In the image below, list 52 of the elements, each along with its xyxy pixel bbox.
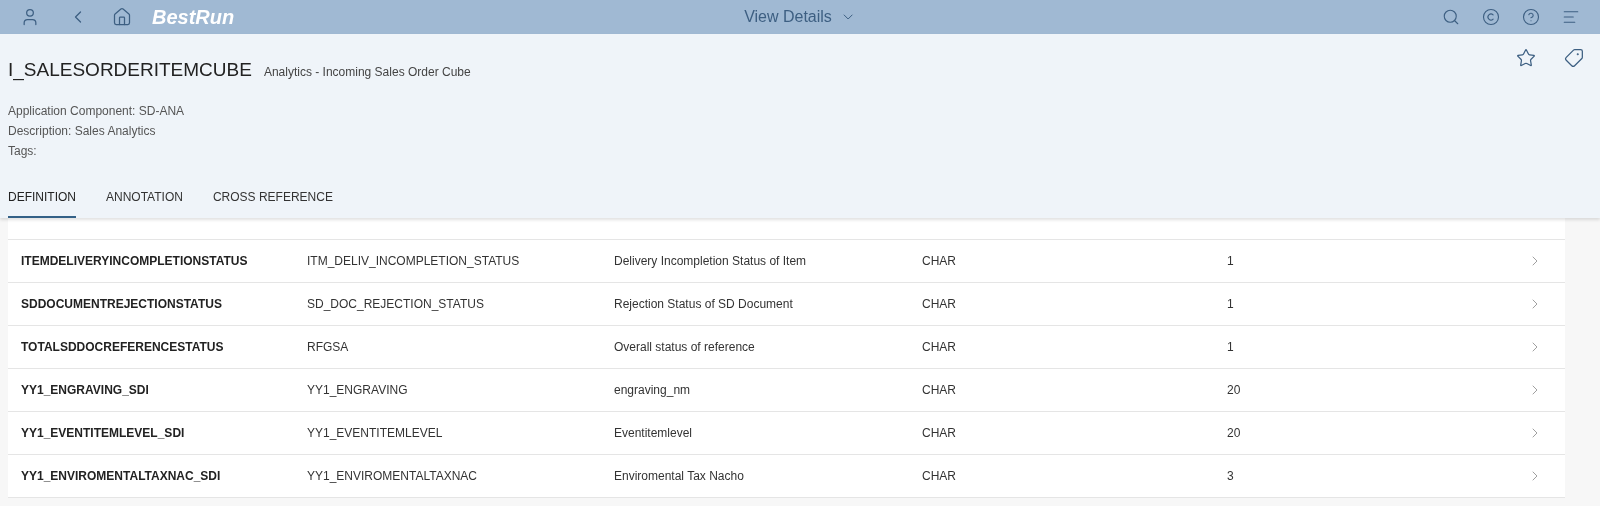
table-cell-text: TOTALSDDOCREFERENCESTATUS: [20, 339, 225, 356]
tab[interactable]: CROSS REFERENCE: [212, 188, 333, 218]
help-icon[interactable]: [1522, 8, 1540, 26]
table-cell-text: 1: [1227, 339, 1235, 356]
table-cell-text: 1: [1227, 253, 1235, 270]
table-row[interactable]: ITEMDELIVERYINCOMPLETIONSTATUS ITM_DELIV_INCOMPLETION_STATUS Delivery Incompletion Status of Item CHAR 1: [8, 240, 1565, 283]
copyright-icon[interactable]: [1482, 8, 1500, 26]
table-cell-text: 3: [1227, 468, 1235, 485]
table-cell-text: CHAR: [922, 296, 957, 313]
table-cell-text: CHAR: [922, 425, 957, 442]
table-row[interactable]: TOTALSDDOCREFERENCESTATUS RFGSA Overall status of reference CHAR 1: [8, 326, 1565, 369]
table-cell-text: 20: [1227, 425, 1242, 442]
view-title: View Details: [744, 7, 832, 27]
object-title: I_SALESORDERITEMCUBE: [8, 58, 252, 83]
object-subtitle: Analytics - Incoming Sales Order Cube: [263, 64, 471, 81]
table-cell-text: YY1_ENGRAVING_SDI: [20, 382, 150, 399]
home-icon[interactable]: [112, 7, 132, 27]
table-cell-text: CHAR: [922, 253, 957, 270]
table-cell-text: Rejection Status of SD Document: [614, 296, 794, 313]
table-cell-text: Enviromental Tax Nacho: [614, 468, 745, 485]
table-cell-text: SDDOCUMENTREJECTIONSTATUS: [20, 296, 223, 313]
table-row[interactable]: SDDOCUMENTREJECTIONSTATUS SD_DOC_REJECTION_STATUS Rejection Status of SD Document CHAR 1: [8, 283, 1565, 326]
table-cell-text: CHAR: [922, 382, 957, 399]
table-cell-text: 1: [1227, 296, 1235, 313]
table-cell-text: 20: [1227, 382, 1242, 399]
table-cell-text: ITM_DELIV_INCOMPLETION_STATUS: [307, 253, 521, 270]
table-row[interactable]: YY1_ENVIROMENTALTAXNAC_SDI YY1_ENVIROMENTALTAXNAC Enviromental Tax Nacho CHAR 3: [8, 455, 1565, 498]
header-attribute: Tags:: [8, 142, 38, 159]
table-row[interactable]: YY1_EVENTITEMLEVEL_SDI YY1_EVENTITEMLEVEL Eventitemlevel CHAR 20: [8, 412, 1565, 455]
table-cell-text: YY1_ENVIROMENTALTAXNAC_SDI: [20, 468, 222, 485]
table-cell-text: ITEMDELIVERYINCOMPLETIONSTATUS: [20, 253, 249, 270]
logo: BestRun: [152, 5, 235, 30]
table-cell-text: YY1_EVENTITEMLEVEL_SDI: [20, 425, 186, 442]
table-cell-text: YY1_ENGRAVING: [307, 382, 409, 399]
table-cell-text: Overall status of reference: [614, 339, 756, 356]
favorite-star-icon[interactable]: [1516, 48, 1536, 68]
table-cell-text: YY1_ENVIROMENTALTAXNAC: [307, 468, 479, 485]
table-cell-text: YY1_EVENTITEMLEVEL: [307, 425, 444, 442]
table-cell-text: SD_DOC_REJECTION_STATUS: [307, 296, 485, 313]
header-attribute: Description: Sales Analytics: [8, 122, 157, 139]
tag-icon[interactable]: [1564, 48, 1584, 68]
table-cell-text: RFGSA: [307, 339, 350, 356]
table-cell-text: CHAR: [922, 339, 957, 356]
search-icon[interactable]: [1442, 8, 1460, 26]
table-cell-text: CHAR: [922, 468, 957, 485]
menu-icon[interactable]: [1562, 8, 1580, 26]
table-row[interactable]: YY1_ENGRAVING_SDI YY1_ENGRAVING engraving_nm CHAR 20: [8, 369, 1565, 412]
table-cell-text: Eventitemlevel: [614, 425, 694, 442]
tab[interactable]: ANNOTATION: [106, 188, 183, 218]
header-attribute: Application Component: SD-ANA: [8, 102, 186, 119]
table-cell-text: Delivery Incompletion Status of Item: [614, 253, 808, 270]
table-cell-text: engraving_nm: [614, 382, 692, 399]
